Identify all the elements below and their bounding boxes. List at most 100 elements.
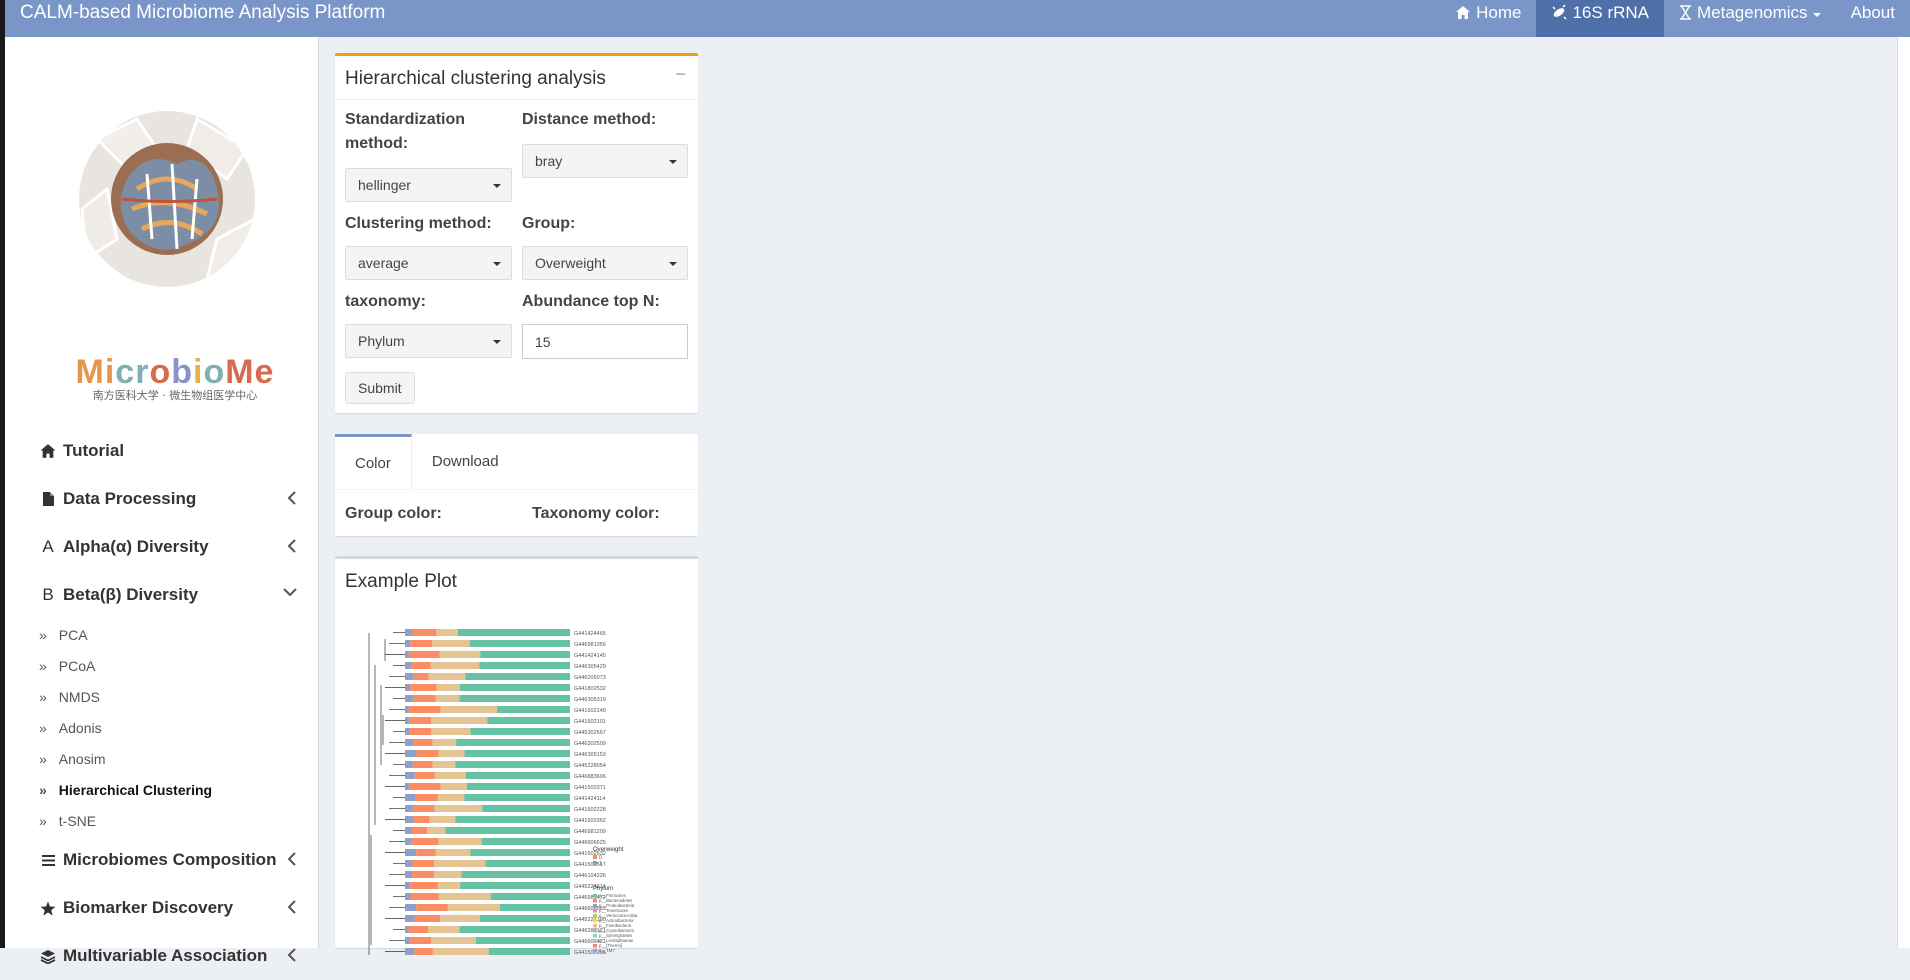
- distance-value: bray: [535, 153, 563, 169]
- stacked-bar-segment: [405, 706, 409, 713]
- stacked-bar-segment: [488, 948, 570, 955]
- chevron-left-icon: [287, 852, 296, 866]
- nav-metagenomics[interactable]: Metagenomics: [1664, 0, 1836, 37]
- sidebar-item-biomarker-discovery[interactable]: Biomarker Discovery: [5, 884, 319, 932]
- stacked-bar-segment: [461, 871, 570, 878]
- stacked-bar-segment: [416, 750, 439, 757]
- nav-about[interactable]: About: [1836, 0, 1910, 37]
- clustering-label: Clustering method:: [345, 215, 492, 232]
- microbiome-logo: [79, 111, 255, 287]
- stacked-bar-segment: [405, 805, 414, 812]
- stacked-bar-segment: [445, 827, 570, 834]
- stacked-bar-segment: [490, 893, 570, 900]
- stacked-bar-segment: [405, 728, 410, 735]
- group-label: Group:: [522, 215, 576, 232]
- stacked-bar-segment: [410, 882, 439, 889]
- stacked-bar-segment: [433, 871, 462, 878]
- legend-taxa-title: Phylum: [593, 886, 613, 892]
- nav-16s-rrna[interactable]: 16S rRNA: [1536, 0, 1664, 37]
- submenu-label: NMDS: [58, 688, 101, 705]
- color-settings: Group color: Taxonomy color:: [335, 490, 698, 535]
- tab-download[interactable]: Download: [412, 434, 519, 489]
- stacked-bar-segment: [405, 926, 409, 933]
- sample-label: G445302567: [574, 730, 606, 736]
- legend-swatch: [593, 939, 597, 943]
- legend-swatch: [593, 919, 597, 923]
- example-plot-image: G441424465 G446981356 G441424145 G446305429…: [353, 625, 663, 956]
- collapse-icon[interactable]: −: [675, 64, 686, 85]
- sidebar-item-alpha-diversity[interactable]: A Alpha(α) Diversity: [5, 523, 319, 571]
- stacked-bar-segment: [455, 761, 570, 768]
- submenu-nmds[interactable]: » NMDS: [5, 681, 319, 712]
- stacked-bar-segment: [413, 739, 433, 746]
- submenu-hierarchical-clustering[interactable]: » Hierarchical Clustering: [5, 774, 319, 805]
- submenu-adonis[interactable]: » Adonis: [5, 712, 319, 743]
- legend-swatch: [593, 855, 597, 859]
- clustering-value: average: [358, 255, 409, 271]
- sidebar-item-beta-diversity[interactable]: B Beta(β) Diversity: [5, 571, 319, 619]
- standardization-label: Standardization method:: [345, 111, 466, 152]
- stacked-bar-segment: [411, 838, 439, 845]
- legend-swatch: [593, 914, 597, 918]
- beta-submenu: » PCA » PCoA » NMDS » Adonis » Anosim » Hierar…: [5, 619, 319, 836]
- sidebar-item-microbiomes-composition[interactable]: Microbiomes Composition: [5, 836, 319, 884]
- stacked-bar-segment: [497, 706, 570, 713]
- submenu-label: Adonis: [58, 719, 102, 736]
- stacked-bar-segment: [436, 684, 460, 691]
- stacked-bar-segment: [459, 684, 570, 691]
- sidebar-item-multivariable-association[interactable]: Multivariable Association: [5, 932, 319, 980]
- standardization-select[interactable]: hellinger: [345, 168, 512, 202]
- submenu-pcoa[interactable]: » PCoA: [5, 650, 319, 681]
- stacked-bar-segment: [464, 794, 570, 801]
- options-tab-box: Color Download Group color: Taxonomy col…: [335, 434, 698, 536]
- stacked-bar-segment: [438, 838, 482, 845]
- sample-label: G446302509: [574, 741, 606, 747]
- sidebar-menu: Tutorial Data Processing A Alpha(α) Dive…: [5, 427, 319, 980]
- stacked-bar-segment: [431, 728, 471, 735]
- clustering-settings-box: Hierarchical clustering analysis − Stand…: [335, 53, 698, 413]
- submenu-tsne[interactable]: » t-SNE: [5, 805, 319, 836]
- submenu-pca[interactable]: » PCA: [5, 619, 319, 650]
- distance-select[interactable]: bray: [522, 144, 688, 178]
- submit-button[interactable]: Submit: [345, 372, 415, 404]
- stacked-bar-segment: [434, 805, 483, 812]
- stacked-bar-segment: [410, 937, 432, 944]
- clustering-select[interactable]: average: [345, 246, 512, 280]
- clustering-plot-svg: G441424465 G446981356 G441424145 G446305429…: [368, 629, 638, 956]
- sample-label: G441502228: [574, 807, 606, 813]
- top-navbar: CALM-based Microbiome Analysis Platform …: [5, 0, 1910, 37]
- stacked-bar-segment: [405, 640, 411, 647]
- sidebar-item-data-processing[interactable]: Data Processing: [5, 475, 319, 523]
- stacked-bar-segment: [405, 816, 414, 823]
- taxonomy-color-label: Taxonomy color:: [532, 505, 660, 522]
- double-chevron-icon: »: [39, 657, 47, 674]
- sidebar-item-tutorial[interactable]: Tutorial: [5, 427, 319, 475]
- submenu-anosim[interactable]: » Anosim: [5, 743, 319, 774]
- stacked-bar-segment: [405, 772, 415, 779]
- stacked-bar-segment: [480, 651, 570, 658]
- chevron-left-icon: [287, 948, 296, 962]
- stacked-bar-segment: [440, 706, 498, 713]
- stacked-bar-segment: [412, 629, 437, 636]
- double-chevron-icon: »: [39, 626, 47, 643]
- bars-icon: [37, 854, 59, 867]
- app-title[interactable]: CALM-based Microbiome Analysis Platform: [20, 0, 385, 28]
- sidebar-item-label: Beta(β) Diversity: [63, 585, 199, 604]
- sample-label: G441502362: [574, 818, 606, 824]
- stacked-bar-segment: [479, 662, 570, 669]
- stacked-bar-segment: [405, 794, 416, 801]
- stacked-bar-segment: [408, 651, 440, 658]
- stacked-bar-segment: [439, 651, 481, 658]
- sample-label: G441424114: [574, 796, 605, 802]
- nav-home[interactable]: Home: [1440, 0, 1536, 37]
- bacteria-icon: [1552, 5, 1567, 20]
- stacked-bar-segment: [475, 937, 570, 944]
- topn-input[interactable]: [522, 324, 688, 359]
- stacked-bar-segment: [481, 838, 570, 845]
- tab-color[interactable]: Color: [335, 434, 412, 489]
- stacked-bar-segment: [414, 915, 441, 922]
- caret-down-icon: [669, 160, 677, 164]
- group-select[interactable]: Overweight: [522, 246, 688, 280]
- stacked-bar-segment: [432, 739, 457, 746]
- taxonomy-select[interactable]: Phylum: [345, 324, 512, 358]
